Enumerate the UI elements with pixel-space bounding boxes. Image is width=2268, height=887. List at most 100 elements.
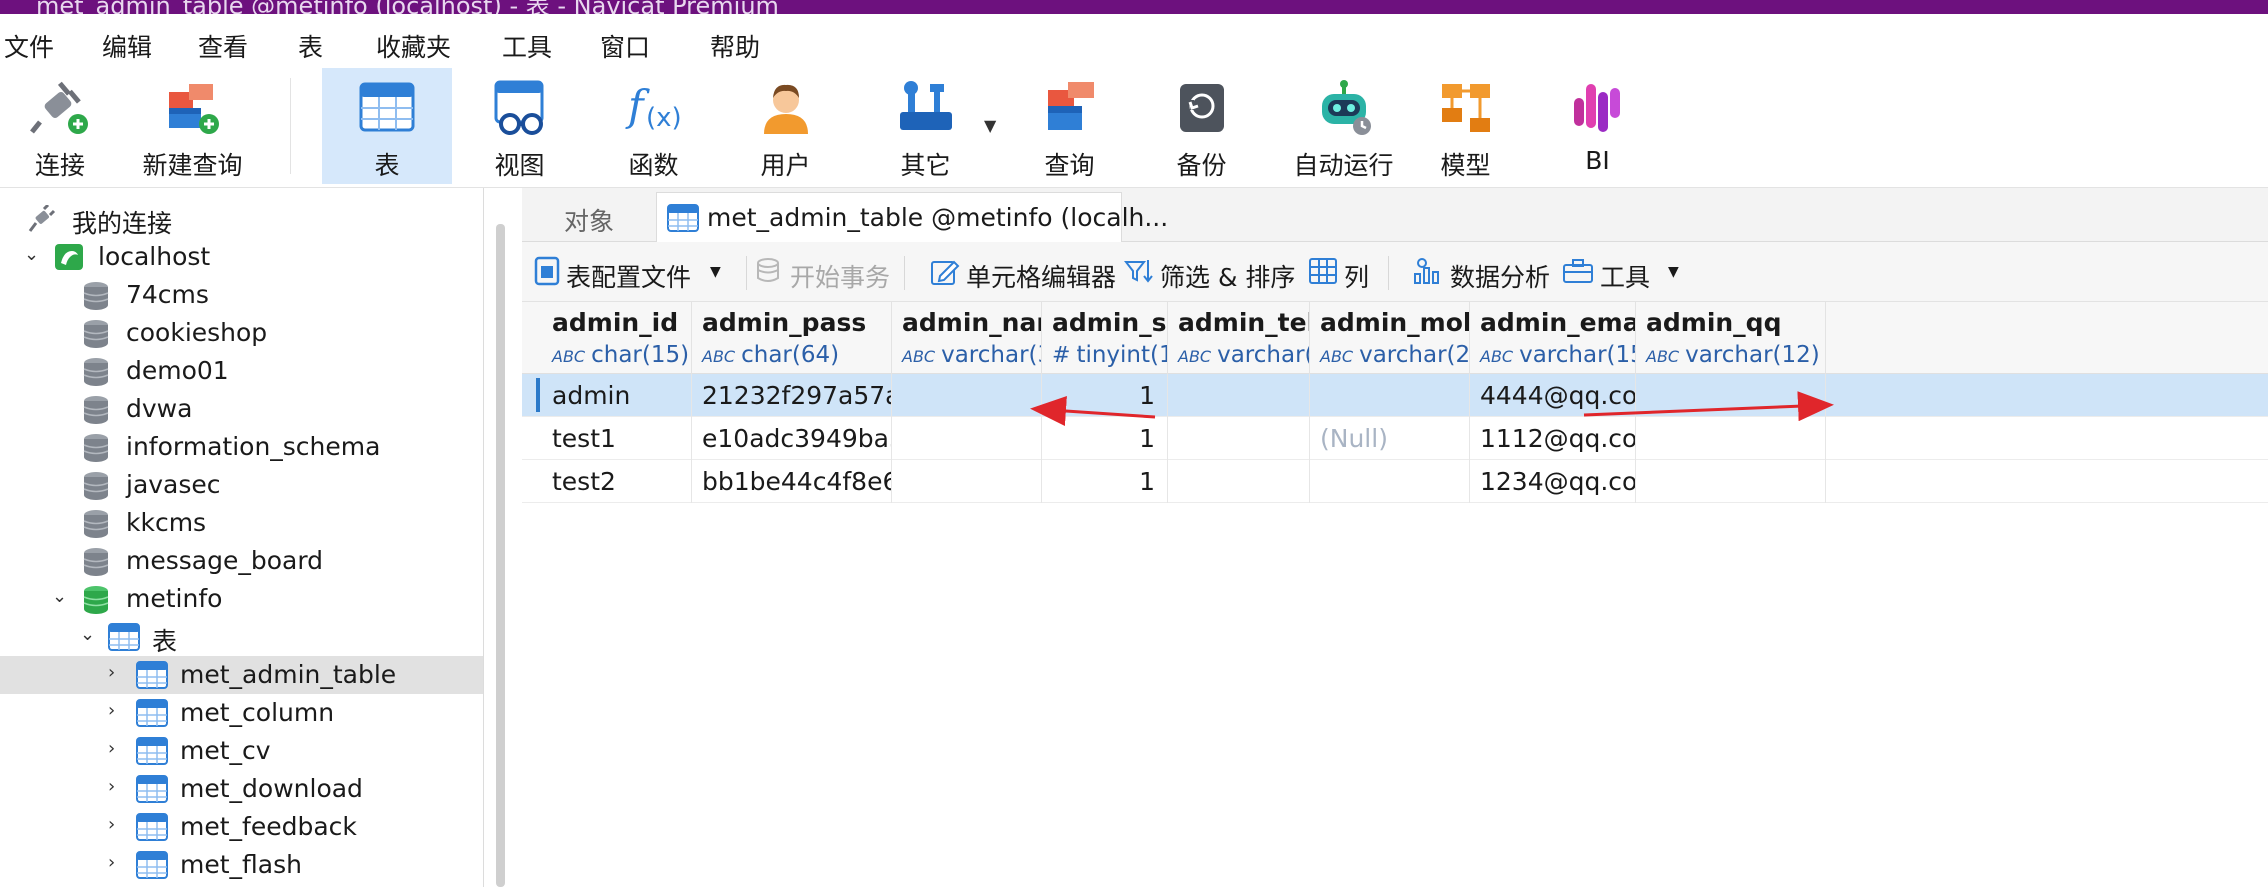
cell-admin-pass[interactable]: e10adc3949ba59abbe5(	[692, 417, 892, 460]
tree-root-my-connections[interactable]: 我的连接	[0, 200, 483, 238]
tree-database-metinfo[interactable]: ⌄ metinfo	[0, 580, 483, 618]
menu-tools[interactable]: 工具	[502, 28, 552, 64]
cell-admin-id[interactable]: admin	[542, 374, 692, 417]
column-header-admin-pass[interactable]: admin_pass ABC char(64)	[692, 302, 892, 374]
tree-folder-tables[interactable]: ⌄ 表	[0, 618, 483, 656]
automation-button[interactable]: 自动运行	[1276, 68, 1411, 184]
view-button[interactable]: 视图	[462, 68, 577, 184]
tree-database-74cms[interactable]: 74cms	[0, 276, 483, 314]
column-type: ABCvarchar(150)	[1480, 342, 1635, 368]
cell-admin-pass[interactable]: 21232f297a57a5a74389	[692, 374, 892, 417]
cell-admin-email[interactable]: 1112@qq.com	[1470, 417, 1636, 460]
other-button[interactable]: 其它	[868, 68, 983, 184]
cell-admin-tel[interactable]	[1168, 374, 1310, 417]
menu-favorites[interactable]: 收藏夹	[376, 28, 451, 64]
table-profile-button[interactable]: 表配置文件 ▼	[534, 252, 730, 292]
backup-button[interactable]: 备份	[1144, 68, 1259, 184]
cell-admin-id[interactable]: test2	[542, 460, 692, 503]
chevron-right-icon[interactable]: ›	[108, 852, 115, 873]
table-row[interactable]: test1 e10adc3949ba59abbe5( 1 (Null) 1112…	[522, 417, 2268, 460]
tree-database-cookieshop[interactable]: cookieshop	[0, 314, 483, 352]
cell-admin-sex[interactable]: 1	[1042, 417, 1168, 460]
tree-table-met-admin-table[interactable]: › met_admin_table	[0, 656, 483, 694]
query-button[interactable]: 查询	[1012, 68, 1127, 184]
tree-database-label: dvwa	[126, 394, 193, 423]
tree-folder-label: 表	[152, 627, 178, 656]
column-header-admin-id[interactable]: admin_id ABC char(15)	[542, 302, 692, 374]
menu-table[interactable]: 表	[298, 28, 323, 64]
column-header-admin-sex[interactable]: admin_sex #tinyint(1)	[1042, 302, 1168, 374]
cell-admin-mobile[interactable]	[1310, 374, 1470, 417]
cell-admin-sex[interactable]: 1	[1042, 374, 1168, 417]
tree-connection-localhost[interactable]: ⌄ localhost	[0, 238, 483, 276]
cell-admin-name[interactable]	[892, 460, 1042, 503]
new-query-button[interactable]: 新建查询	[130, 68, 255, 184]
table-row[interactable]: admin 21232f297a57a5a74389 1 4444@qq.com	[522, 374, 2268, 417]
data-analysis-button[interactable]: 数据分析	[1412, 252, 1554, 292]
chevron-right-icon[interactable]: ›	[108, 814, 115, 835]
table-button[interactable]: 表	[322, 68, 452, 184]
cell-admin-tel[interactable]	[1168, 460, 1310, 503]
chevron-down-icon[interactable]: ⌄	[52, 586, 67, 607]
model-button[interactable]: 模型	[1408, 68, 1523, 184]
menu-file[interactable]: 文件	[4, 28, 54, 64]
tab-met-admin-table[interactable]: met_admin_table @metinfo (localh...	[656, 192, 1168, 242]
chevron-right-icon[interactable]: ›	[108, 700, 115, 721]
tree-table-met-feedback[interactable]: › met_feedback	[0, 808, 483, 846]
other-dropdown-icon[interactable]: ▼	[984, 116, 996, 135]
tree-database-dvwa[interactable]: dvwa	[0, 390, 483, 428]
cell-admin-pass[interactable]: bb1be44c4f8e615aeba5	[692, 460, 892, 503]
cell-admin-email[interactable]: 4444@qq.com	[1470, 374, 1636, 417]
column-name: admin_id	[552, 308, 679, 337]
cell-admin-qq[interactable]	[1636, 417, 1826, 460]
tree-database-message-board[interactable]: message_board	[0, 542, 483, 580]
chevron-down-icon[interactable]: ⌄	[24, 244, 39, 265]
cell-admin-id[interactable]: test1	[542, 417, 692, 460]
user-button[interactable]: 用户	[728, 68, 843, 184]
function-button[interactable]: f (x) 函数	[596, 68, 711, 184]
columns-button[interactable]: 列	[1308, 252, 1378, 292]
tree-database-label: demo01	[126, 356, 229, 385]
cell-admin-tel[interactable]	[1168, 417, 1310, 460]
cell-admin-qq[interactable]	[1636, 460, 1826, 503]
cell-editor-button[interactable]: 单元格编辑器	[930, 252, 1116, 292]
menu-window[interactable]: 窗口	[600, 28, 650, 64]
column-header-admin-qq[interactable]: admin_qq ABC varchar(12)	[1636, 302, 1826, 374]
chevron-down-icon[interactable]: ⌄	[80, 624, 95, 645]
tree-table-met-cv[interactable]: › met_cv	[0, 732, 483, 770]
cell-admin-qq[interactable]	[1636, 374, 1826, 417]
cell-admin-name[interactable]	[892, 417, 1042, 460]
chevron-right-icon[interactable]: ›	[108, 738, 115, 759]
tools-button[interactable]: 工具 ▼	[1562, 252, 1682, 292]
robot-icon	[1321, 80, 1371, 135]
menu-edit[interactable]: 编辑	[102, 28, 152, 64]
connect-button[interactable]: 连接	[0, 68, 120, 184]
tree-database-information-schema[interactable]: information_schema	[0, 428, 483, 466]
sidebar-scrollbar[interactable]	[496, 224, 505, 887]
menu-help[interactable]: 帮助	[710, 28, 760, 64]
menu-view[interactable]: 查看	[198, 28, 248, 64]
filter-sort-button[interactable]: 筛选 & 排序	[1124, 252, 1302, 292]
bi-button[interactable]: BI	[1540, 68, 1655, 184]
tree-database-javasec[interactable]: javasec	[0, 466, 483, 504]
begin-transaction-button[interactable]: 开始事务	[754, 252, 914, 292]
column-header-admin-name[interactable]: admin_name ABCvarchar(30)	[892, 302, 1042, 374]
tree-database-demo01[interactable]: demo01	[0, 352, 483, 390]
tools-icon	[899, 81, 952, 130]
tab-objects[interactable]: 对象	[522, 192, 656, 242]
tree-database-kkcms[interactable]: kkcms	[0, 504, 483, 542]
chevron-right-icon[interactable]: ›	[108, 776, 115, 797]
column-header-admin-email[interactable]: admin_email ABCvarchar(150)	[1470, 302, 1636, 374]
table-row[interactable]: test2 bb1be44c4f8e615aeba5 1 1234@qq.com	[522, 460, 2268, 503]
tree-table-met-flash[interactable]: › met_flash	[0, 846, 483, 884]
cell-admin-sex[interactable]: 1	[1042, 460, 1168, 503]
chevron-right-icon[interactable]: ›	[108, 662, 115, 683]
cell-admin-email[interactable]: 1234@qq.com	[1470, 460, 1636, 503]
cell-admin-mobile[interactable]	[1310, 460, 1470, 503]
column-header-admin-mobile[interactable]: admin_mobile ABCvarchar(20)	[1310, 302, 1470, 374]
tree-table-met-column[interactable]: › met_column	[0, 694, 483, 732]
cell-admin-mobile[interactable]: (Null)	[1310, 417, 1470, 460]
cell-admin-name[interactable]	[892, 374, 1042, 417]
tree-table-met-download[interactable]: › met_download	[0, 770, 483, 808]
column-header-admin-tel[interactable]: admin_tel ABCvarchar(20)	[1168, 302, 1310, 374]
